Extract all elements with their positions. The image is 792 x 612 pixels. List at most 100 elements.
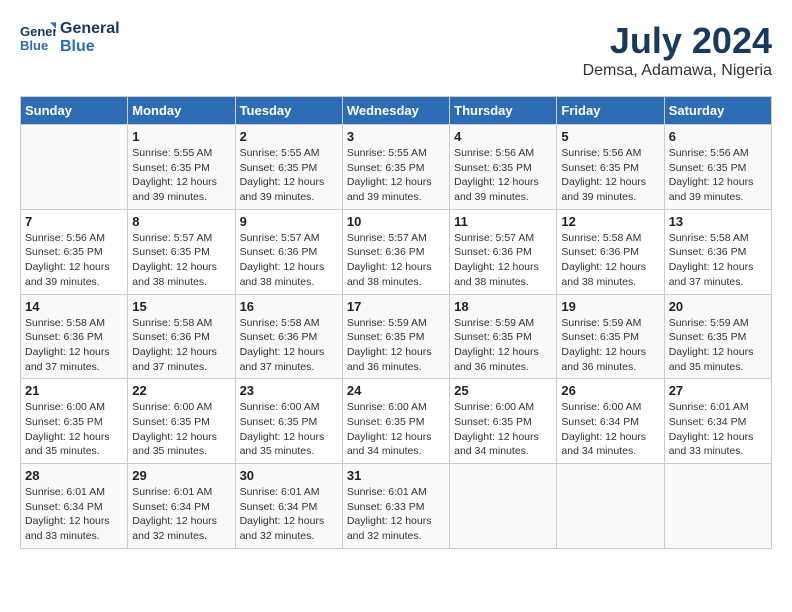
cell-content: Sunrise: 5:58 AM Sunset: 6:36 PM Dayligh… [669, 231, 767, 290]
day-header-tuesday: Tuesday [235, 97, 342, 125]
day-number: 24 [347, 383, 445, 398]
calendar-week-row: 7 Sunrise: 5:56 AM Sunset: 6:35 PM Daylig… [21, 209, 772, 294]
calendar-cell: 7 Sunrise: 5:56 AM Sunset: 6:35 PM Daylig… [21, 209, 128, 294]
day-number: 2 [240, 129, 338, 144]
day-number: 13 [669, 214, 767, 229]
day-number: 18 [454, 299, 552, 314]
calendar-week-row: 21 Sunrise: 6:00 AM Sunset: 6:35 PM Dayli… [21, 379, 772, 464]
day-number: 10 [347, 214, 445, 229]
day-number: 1 [132, 129, 230, 144]
day-number: 20 [669, 299, 767, 314]
calendar-cell: 21 Sunrise: 6:00 AM Sunset: 6:35 PM Dayli… [21, 379, 128, 464]
cell-content: Sunrise: 5:55 AM Sunset: 6:35 PM Dayligh… [347, 146, 445, 205]
calendar-cell: 27 Sunrise: 6:01 AM Sunset: 6:34 PM Dayli… [664, 379, 771, 464]
day-header-monday: Monday [128, 97, 235, 125]
calendar-cell: 16 Sunrise: 5:58 AM Sunset: 6:36 PM Dayli… [235, 294, 342, 379]
logo-icon: General Blue [20, 20, 56, 56]
svg-text:General: General [20, 24, 56, 39]
calendar-cell: 28 Sunrise: 6:01 AM Sunset: 6:34 PM Dayli… [21, 464, 128, 549]
calendar-week-row: 1 Sunrise: 5:55 AM Sunset: 6:35 PM Daylig… [21, 125, 772, 210]
calendar-cell: 30 Sunrise: 6:01 AM Sunset: 6:34 PM Dayli… [235, 464, 342, 549]
cell-content: Sunrise: 5:55 AM Sunset: 6:35 PM Dayligh… [240, 146, 338, 205]
cell-content: Sunrise: 5:59 AM Sunset: 6:35 PM Dayligh… [454, 316, 552, 375]
day-number: 29 [132, 468, 230, 483]
calendar-cell: 12 Sunrise: 5:58 AM Sunset: 6:36 PM Dayli… [557, 209, 664, 294]
day-number: 27 [669, 383, 767, 398]
cell-content: Sunrise: 5:59 AM Sunset: 6:35 PM Dayligh… [669, 316, 767, 375]
month-year-title: July 2024 [583, 20, 772, 62]
day-header-thursday: Thursday [450, 97, 557, 125]
cell-content: Sunrise: 6:01 AM Sunset: 6:34 PM Dayligh… [240, 485, 338, 544]
day-number: 31 [347, 468, 445, 483]
day-number: 6 [669, 129, 767, 144]
cell-content: Sunrise: 5:57 AM Sunset: 6:36 PM Dayligh… [240, 231, 338, 290]
cell-content: Sunrise: 6:01 AM Sunset: 6:34 PM Dayligh… [132, 485, 230, 544]
cell-content: Sunrise: 5:56 AM Sunset: 6:35 PM Dayligh… [669, 146, 767, 205]
day-number: 3 [347, 129, 445, 144]
day-number: 23 [240, 383, 338, 398]
calendar-cell: 20 Sunrise: 5:59 AM Sunset: 6:35 PM Dayli… [664, 294, 771, 379]
day-number: 11 [454, 214, 552, 229]
calendar-cell: 3 Sunrise: 5:55 AM Sunset: 6:35 PM Daylig… [342, 125, 449, 210]
cell-content: Sunrise: 5:58 AM Sunset: 6:36 PM Dayligh… [25, 316, 123, 375]
day-number: 5 [561, 129, 659, 144]
day-number: 26 [561, 383, 659, 398]
calendar-cell: 10 Sunrise: 5:57 AM Sunset: 6:36 PM Dayli… [342, 209, 449, 294]
day-number: 19 [561, 299, 659, 314]
cell-content: Sunrise: 5:57 AM Sunset: 6:36 PM Dayligh… [347, 231, 445, 290]
cell-content: Sunrise: 5:57 AM Sunset: 6:36 PM Dayligh… [454, 231, 552, 290]
calendar-cell: 11 Sunrise: 5:57 AM Sunset: 6:36 PM Dayli… [450, 209, 557, 294]
logo-line1: General [60, 20, 120, 38]
cell-content: Sunrise: 5:58 AM Sunset: 6:36 PM Dayligh… [561, 231, 659, 290]
day-number: 30 [240, 468, 338, 483]
cell-content: Sunrise: 5:56 AM Sunset: 6:35 PM Dayligh… [561, 146, 659, 205]
cell-content: Sunrise: 5:55 AM Sunset: 6:35 PM Dayligh… [132, 146, 230, 205]
calendar-cell: 13 Sunrise: 5:58 AM Sunset: 6:36 PM Dayli… [664, 209, 771, 294]
calendar-week-row: 14Sunrise: 5:58 AM Sunset: 6:36 PM Dayli… [21, 294, 772, 379]
cell-content: Sunrise: 6:00 AM Sunset: 6:34 PM Dayligh… [561, 400, 659, 459]
day-number: 12 [561, 214, 659, 229]
cell-content: Sunrise: 6:01 AM Sunset: 6:34 PM Dayligh… [25, 485, 123, 544]
day-number: 22 [132, 383, 230, 398]
cell-content: Sunrise: 6:01 AM Sunset: 6:34 PM Dayligh… [669, 400, 767, 459]
calendar-cell [664, 464, 771, 549]
day-number: 28 [25, 468, 123, 483]
calendar-cell: 4Sunrise: 5:56 AM Sunset: 6:35 PM Daylig… [450, 125, 557, 210]
cell-content: Sunrise: 5:56 AM Sunset: 6:35 PM Dayligh… [454, 146, 552, 205]
calendar-cell: 29 Sunrise: 6:01 AM Sunset: 6:34 PM Dayli… [128, 464, 235, 549]
cell-content: Sunrise: 6:01 AM Sunset: 6:33 PM Dayligh… [347, 485, 445, 544]
cell-content: Sunrise: 6:00 AM Sunset: 6:35 PM Dayligh… [240, 400, 338, 459]
calendar-cell: 17Sunrise: 5:59 AM Sunset: 6:35 PM Dayli… [342, 294, 449, 379]
cell-content: Sunrise: 5:58 AM Sunset: 6:36 PM Dayligh… [240, 316, 338, 375]
day-header-sunday: Sunday [21, 97, 128, 125]
day-number: 9 [240, 214, 338, 229]
cell-content: Sunrise: 6:00 AM Sunset: 6:35 PM Dayligh… [454, 400, 552, 459]
day-number: 16 [240, 299, 338, 314]
calendar-table: SundayMondayTuesdayWednesdayThursdayFrid… [20, 96, 772, 549]
calendar-cell [21, 125, 128, 210]
calendar-cell [450, 464, 557, 549]
cell-content: Sunrise: 6:00 AM Sunset: 6:35 PM Dayligh… [347, 400, 445, 459]
calendar-week-row: 28 Sunrise: 6:01 AM Sunset: 6:34 PM Dayli… [21, 464, 772, 549]
calendar-cell: 31 Sunrise: 6:01 AM Sunset: 6:33 PM Dayli… [342, 464, 449, 549]
calendar-cell: 9 Sunrise: 5:57 AM Sunset: 6:36 PM Daylig… [235, 209, 342, 294]
calendar-header-row: SundayMondayTuesdayWednesdayThursdayFrid… [21, 97, 772, 125]
logo-line2: Blue [60, 38, 120, 56]
location-text: Demsa, Adamawa, Nigeria [583, 62, 772, 80]
calendar-cell: 15Sunrise: 5:58 AM Sunset: 6:36 PM Dayli… [128, 294, 235, 379]
calendar-cell: 6 Sunrise: 5:56 AM Sunset: 6:35 PM Daylig… [664, 125, 771, 210]
day-number: 21 [25, 383, 123, 398]
cell-content: Sunrise: 5:56 AM Sunset: 6:35 PM Dayligh… [25, 231, 123, 290]
cell-content: Sunrise: 6:00 AM Sunset: 6:35 PM Dayligh… [25, 400, 123, 459]
title-block: July 2024 Demsa, Adamawa, Nigeria [583, 20, 772, 80]
day-number: 17 [347, 299, 445, 314]
day-header-wednesday: Wednesday [342, 97, 449, 125]
cell-content: Sunrise: 6:00 AM Sunset: 6:35 PM Dayligh… [132, 400, 230, 459]
calendar-cell [557, 464, 664, 549]
calendar-cell: 2 Sunrise: 5:55 AM Sunset: 6:35 PM Daylig… [235, 125, 342, 210]
day-number: 8 [132, 214, 230, 229]
cell-content: Sunrise: 5:57 AM Sunset: 6:35 PM Dayligh… [132, 231, 230, 290]
day-number: 7 [25, 214, 123, 229]
calendar-cell: 19Sunrise: 5:59 AM Sunset: 6:35 PM Dayli… [557, 294, 664, 379]
logo: General Blue General Blue [20, 20, 120, 56]
